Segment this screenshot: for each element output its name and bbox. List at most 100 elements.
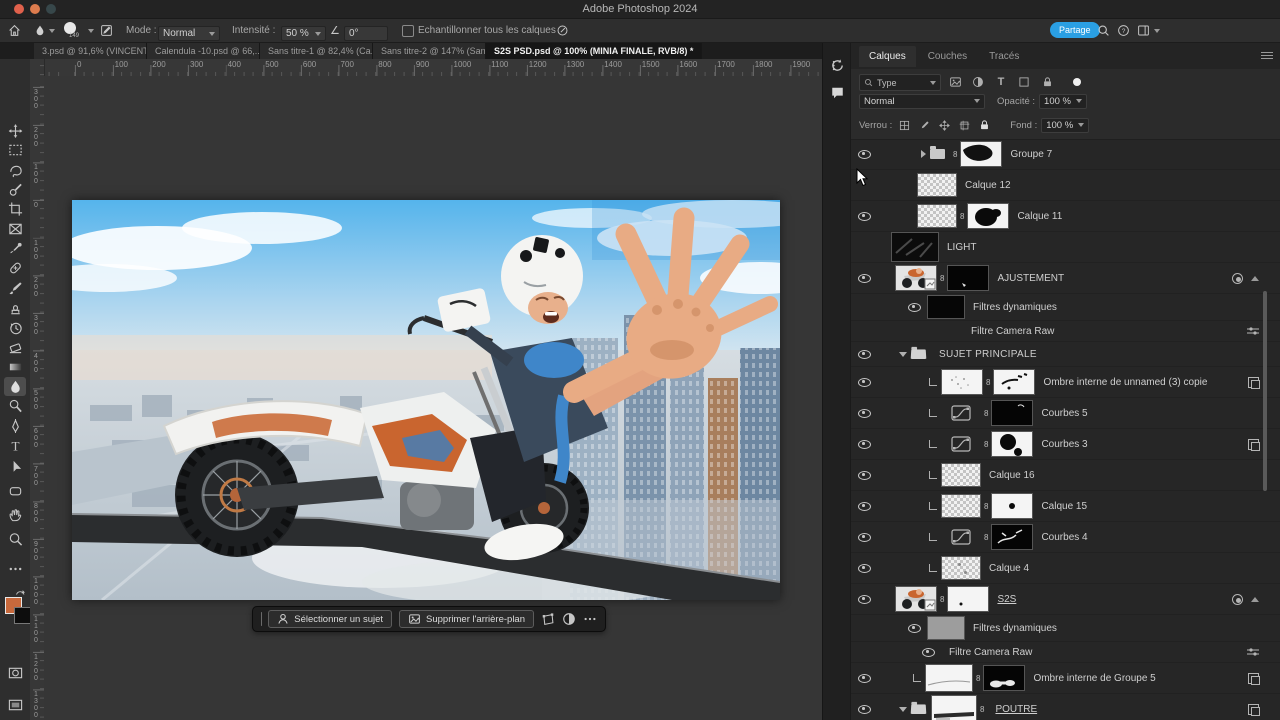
history-brush-tool-icon[interactable]: [4, 318, 26, 337]
expand-group-icon[interactable]: [899, 707, 907, 712]
layer-name[interactable]: Ombre interne de unnamed (3) copie: [1043, 377, 1207, 388]
panel-tab-tracés[interactable]: Tracés: [979, 46, 1029, 67]
layer-name[interactable]: Courbes 4: [1041, 532, 1087, 543]
history-panel-icon[interactable]: [829, 57, 845, 73]
layer-row-filtre-camera-raw[interactable]: Filtre Camera Raw: [851, 642, 1280, 663]
horizontal-ruler[interactable]: 0100200300400500600700800900100011001200…: [44, 59, 822, 77]
expand-group-icon[interactable]: [899, 352, 907, 357]
layer-row-groupe-7[interactable]: 8Groupe 7: [851, 139, 1280, 170]
visibility-toggle[interactable]: [851, 705, 877, 714]
workspace-chevron-icon[interactable]: [1154, 19, 1160, 42]
filter-smart-objects-icon[interactable]: [1039, 74, 1055, 89]
layer-name[interactable]: Calque 4: [989, 563, 1029, 574]
layer-name[interactable]: Courbes 3: [1041, 439, 1087, 450]
layer-row-filtres-dynamiques[interactable]: Filtres dynamiques: [851, 615, 1280, 642]
layer-row-calque-15[interactable]: 8Calque 15: [851, 491, 1280, 522]
layer-row-calque-12[interactable]: Calque 12: [851, 170, 1280, 201]
layer-name[interactable]: Calque 11: [1017, 211, 1062, 222]
visibility-toggle[interactable]: [851, 440, 877, 449]
layer-row-courbes-4[interactable]: 8Courbes 4: [851, 522, 1280, 553]
opacity-select[interactable]: 100 %: [1039, 94, 1087, 109]
type-tool-icon[interactable]: T: [4, 436, 26, 455]
workspace-layout-icon[interactable]: [1137, 19, 1150, 42]
clone-stamp-tool-icon[interactable]: [4, 298, 26, 317]
layer-name[interactable]: Calque 15: [1041, 501, 1087, 512]
lock-all-icon[interactable]: [976, 118, 992, 133]
layer-mask-thumbnail[interactable]: [983, 665, 1025, 691]
lock-position-icon[interactable]: [936, 118, 952, 133]
layer-mask-thumbnail[interactable]: [991, 524, 1033, 550]
edit-toolbar-icon[interactable]: [4, 559, 26, 578]
layer-row-ombre-interne-de-groupe-5[interactable]: 8Ombre interne de Groupe 5: [851, 663, 1280, 694]
visibility-toggle[interactable]: [851, 350, 877, 359]
expand-group-icon[interactable]: [921, 150, 926, 158]
layer-name[interactable]: Ombre interne de Groupe 5: [1033, 673, 1155, 684]
rectangular-marquee-tool-icon[interactable]: [4, 141, 26, 160]
document-tab-1[interactable]: 3.psd @ 91,6% (VINCENT ...: [34, 43, 147, 59]
panel-tab-couches[interactable]: Couches: [918, 46, 977, 67]
hand-tool-icon[interactable]: [4, 505, 26, 524]
layer-mask-thumbnail[interactable]: [991, 431, 1033, 457]
filter-settings-icon[interactable]: [1247, 326, 1259, 336]
layers-scrollbar[interactable]: [1263, 291, 1267, 491]
background-color-swatch[interactable]: [14, 607, 31, 624]
effects-badge-icon[interactable]: [1248, 439, 1259, 450]
visibility-toggle[interactable]: [915, 648, 941, 657]
layer-row-courbes-3[interactable]: 8Courbes 3: [851, 429, 1280, 460]
layer-name[interactable]: Courbes 5: [1041, 408, 1087, 419]
brush-preset-picker[interactable]: 149: [64, 19, 84, 42]
pressure-size-icon[interactable]: [556, 19, 569, 42]
document-tab-5[interactable]: S2S PSD.psd @ 100% (MINIA FINALE, RVB/8)…: [486, 43, 702, 59]
layer-name[interactable]: LIGHT: [947, 242, 976, 253]
eyedropper-tool-icon[interactable]: [4, 239, 26, 258]
layer-name[interactable]: SUJET PRINCIPALE: [939, 349, 1037, 360]
layer-row-poutre[interactable]: 8POUTRE: [851, 694, 1280, 720]
layer-thumbnail[interactable]: [941, 556, 981, 580]
layer-thumbnail[interactable]: [931, 695, 977, 720]
layer-name[interactable]: S2S: [997, 594, 1016, 605]
layer-row-ombre-interne-de-unnamed-3-copie[interactable]: 8Ombre interne de unnamed (3) copie: [851, 367, 1280, 398]
transform-icon[interactable]: [541, 610, 555, 628]
active-tool-icon[interactable]: [34, 19, 55, 42]
angle-field[interactable]: 0°: [344, 22, 388, 45]
brush-preset-chevron-icon[interactable]: [88, 19, 94, 42]
layer-thumbnail[interactable]: [891, 232, 939, 262]
filter-shape-layers-icon[interactable]: [1016, 74, 1032, 89]
layer-name[interactable]: Filtres dynamiques: [973, 302, 1057, 313]
adjustments-icon[interactable]: [562, 610, 576, 628]
layer-row-filtres-dynamiques[interactable]: Filtres dynamiques: [851, 294, 1280, 321]
layer-thumbnail[interactable]: [927, 295, 965, 319]
more-options-icon[interactable]: [583, 610, 597, 628]
visibility-toggle[interactable]: [851, 409, 877, 418]
crop-tool-icon[interactable]: [4, 200, 26, 219]
help-icon[interactable]: ?: [1117, 19, 1130, 42]
document-canvas[interactable]: [72, 200, 780, 600]
spot-healing-brush-tool-icon[interactable]: [4, 259, 26, 278]
home-icon[interactable]: [8, 19, 21, 42]
mode-select[interactable]: Normal: [158, 22, 220, 45]
layer-thumbnail[interactable]: [927, 616, 965, 640]
layer-name[interactable]: Filtres dynamiques: [973, 623, 1057, 634]
collapse-effects-icon[interactable]: [1251, 597, 1259, 602]
search-icon[interactable]: [1097, 19, 1110, 42]
layer-name[interactable]: Calque 16: [989, 470, 1035, 481]
visibility-toggle[interactable]: [851, 378, 877, 387]
visibility-toggle[interactable]: [901, 303, 927, 312]
layer-name[interactable]: AJUSTEMENT: [997, 273, 1064, 284]
layer-row-calque-4[interactable]: Calque 4: [851, 553, 1280, 584]
document-tab-4[interactable]: Sans titre-2 @ 147% (San...: [373, 43, 486, 59]
screen-mode-icon[interactable]: [4, 695, 26, 714]
layer-row-s2s[interactable]: 8S2S: [851, 584, 1280, 615]
effects-badge-icon[interactable]: [1248, 704, 1259, 715]
layer-thumbnail[interactable]: [941, 494, 981, 518]
collapse-effects-icon[interactable]: [1251, 276, 1259, 281]
layer-row-sujet-principale[interactable]: SUJET PRINCIPALE: [851, 342, 1280, 367]
layer-row-courbes-5[interactable]: 8Courbes 5: [851, 398, 1280, 429]
layer-mask-thumbnail[interactable]: [967, 203, 1009, 229]
layer-mask-thumbnail[interactable]: [993, 369, 1035, 395]
layer-filter-select[interactable]: Type: [859, 74, 941, 91]
select-subject-button[interactable]: Sélectionner un sujet: [268, 610, 392, 628]
quick-selection-tool-icon[interactable]: [4, 180, 26, 199]
layer-name[interactable]: Filtre Camera Raw: [949, 647, 1032, 658]
sample-all-layers-checkbox[interactable]: [402, 19, 414, 42]
